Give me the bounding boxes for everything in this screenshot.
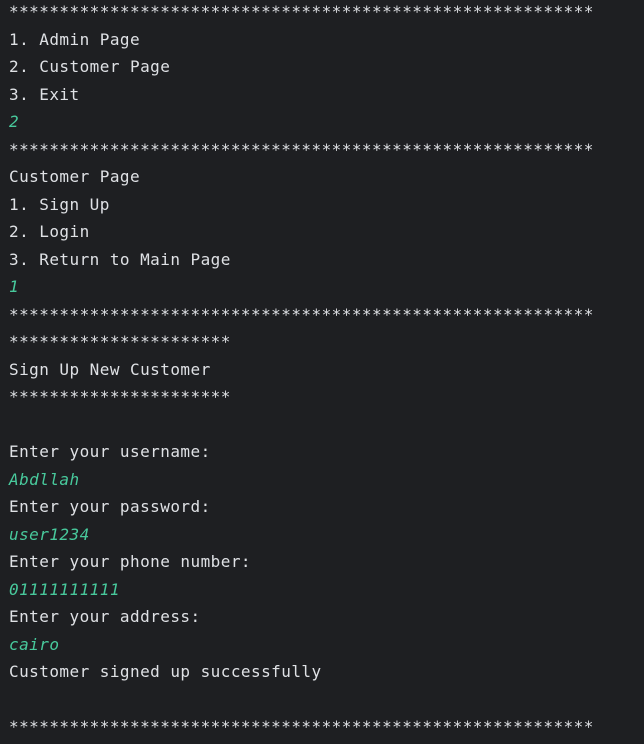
menu-option-exit: 3. Exit (9, 84, 80, 104)
short-separator-line: ********************** (9, 387, 231, 406)
separator-line: ****************************************… (9, 2, 594, 21)
menu-option-customer-page: 2. Customer Page (9, 57, 171, 76)
user-input-phone-number: 01111111111 (9, 579, 120, 599)
separator-line: ****************************************… (9, 139, 594, 159)
prompt-phone-number: Enter your phone number: (9, 552, 251, 571)
separator-line: ****************************************… (9, 304, 594, 324)
success-message: Customer signed up successfully (9, 662, 322, 681)
menu-option-return-main: 3. Return to Main Page (9, 249, 231, 269)
prompt-username: Enter your username: (9, 442, 211, 461)
prompt-password: Enter your password: (9, 497, 211, 516)
separator-line: ****************************************… (9, 717, 594, 736)
user-input-customer-choice: 1 (9, 277, 20, 296)
prompt-address: Enter your address: (9, 607, 201, 626)
menu-option-login: 2. Login (9, 222, 90, 241)
user-input-main-choice: 2 (9, 112, 20, 131)
menu-option-admin-page: 1. Admin Page (9, 29, 141, 49)
sign-up-heading: Sign Up New Customer (9, 359, 211, 379)
menu-option-sign-up: 1. Sign Up (9, 194, 110, 214)
user-input-password: user1234 (9, 524, 90, 544)
user-input-address: cairo (9, 634, 60, 654)
short-separator-line: ********************** (9, 332, 231, 351)
console-output: ********************** ******************… (9, 1, 594, 744)
customer-page-heading: Customer Page (9, 167, 141, 186)
user-input-username: Abdllah (9, 469, 80, 489)
